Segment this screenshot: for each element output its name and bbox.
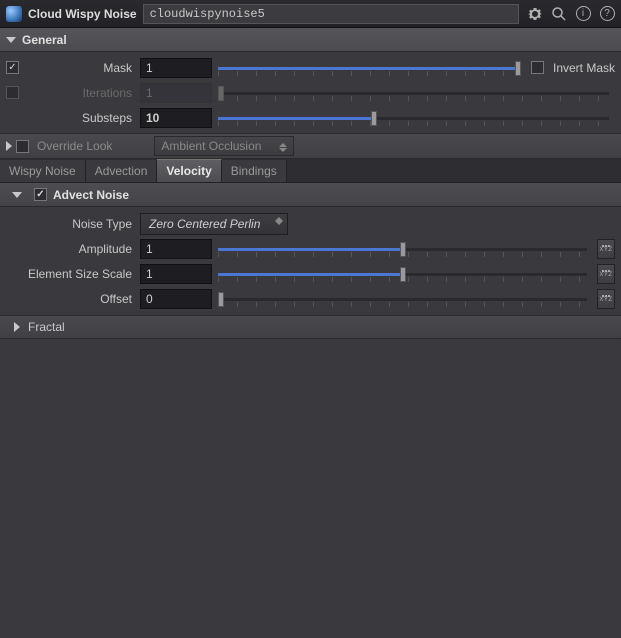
mask-value-input[interactable] (140, 58, 212, 78)
fractal-label: Fractal (28, 320, 65, 334)
chevron-right-icon[interactable] (6, 141, 12, 151)
element-size-scale-row: Element Size Scale XYZ (6, 261, 621, 286)
fractal-header[interactable]: Fractal (0, 315, 621, 339)
noise-type-selected: Zero Centered Perlin (149, 217, 260, 231)
amplitude-row: Amplitude XYZ (6, 236, 621, 261)
iterations-row: Iterations (0, 80, 621, 105)
mask-row: Mask Invert Mask (0, 55, 621, 80)
amplitude-label: Amplitude (12, 242, 140, 256)
gear-icon[interactable] (527, 6, 543, 22)
iterations-enable-checkbox[interactable] (6, 86, 19, 99)
offset-slider[interactable] (218, 289, 587, 309)
mask-enable-checkbox[interactable] (6, 61, 19, 74)
invert-mask-label: Invert Mask (553, 61, 615, 75)
noise-type-label: Noise Type (12, 217, 140, 231)
search-icon[interactable] (551, 6, 567, 22)
tab-velocity[interactable]: Velocity (157, 159, 221, 182)
iterations-slider (218, 83, 609, 103)
node-type-label: Cloud Wispy Noise (28, 7, 137, 21)
node-name-input[interactable] (143, 4, 519, 24)
offset-row: Offset XYZ (6, 286, 621, 311)
general-params: Mask Invert Mask Iterations Substeps (0, 52, 621, 133)
offset-value-input[interactable] (140, 289, 212, 309)
noise-type-row: Noise Type Zero Centered Perlin (6, 211, 621, 236)
titlebar: Cloud Wispy Noise i ? (0, 0, 621, 28)
noise-type-dropdown[interactable]: Zero Centered Perlin (140, 213, 288, 235)
advect-noise-panel: Noise Type Zero Centered Perlin Amplitud… (0, 207, 621, 315)
iterations-value-input (140, 83, 212, 103)
chevron-down-icon (12, 192, 22, 198)
substeps-row: Substeps (0, 105, 621, 130)
offset-label: Offset (12, 292, 140, 306)
advect-noise-label: Advect Noise (53, 188, 129, 202)
tab-wispy-noise[interactable]: Wispy Noise (0, 160, 86, 182)
override-look-dropdown[interactable]: Ambient Occlusion (154, 136, 294, 156)
element-size-scale-value-input[interactable] (140, 264, 212, 284)
amplitude-xyz-button[interactable]: XYZ (597, 239, 615, 259)
mask-label: Mask (25, 61, 140, 75)
chevron-right-icon (14, 322, 20, 332)
override-look-checkbox[interactable] (16, 140, 29, 153)
mask-slider[interactable] (218, 58, 521, 78)
advect-noise-header[interactable]: Advect Noise (0, 183, 621, 207)
element-size-scale-label: Element Size Scale (12, 267, 140, 281)
override-look-label: Override Look (37, 139, 112, 153)
help-icon[interactable]: ? (599, 6, 615, 22)
iterations-label: Iterations (25, 86, 140, 100)
tab-advection[interactable]: Advection (86, 160, 158, 182)
override-look-row: Override Look Ambient Occlusion (0, 133, 621, 159)
amplitude-value-input[interactable] (140, 239, 212, 259)
advect-noise-checkbox[interactable] (34, 188, 47, 201)
general-header-label: General (22, 33, 67, 47)
substeps-slider[interactable] (218, 108, 609, 128)
chevron-down-icon (6, 37, 16, 43)
invert-mask-checkbox[interactable] (531, 61, 544, 74)
amplitude-slider[interactable] (218, 239, 587, 259)
override-look-selected: Ambient Occlusion (161, 139, 261, 153)
general-header[interactable]: General (0, 28, 621, 52)
tab-bar: Wispy Noise Advection Velocity Bindings (0, 159, 621, 183)
substeps-label: Substeps (25, 111, 140, 125)
tab-bindings[interactable]: Bindings (222, 160, 287, 182)
offset-xyz-button[interactable]: XYZ (597, 289, 615, 309)
substeps-value-input[interactable] (140, 108, 212, 128)
node-icon (6, 6, 22, 22)
element-size-scale-slider[interactable] (218, 264, 587, 284)
info-icon[interactable]: i (575, 6, 591, 22)
element-size-scale-xyz-button[interactable]: XYZ (597, 264, 615, 284)
